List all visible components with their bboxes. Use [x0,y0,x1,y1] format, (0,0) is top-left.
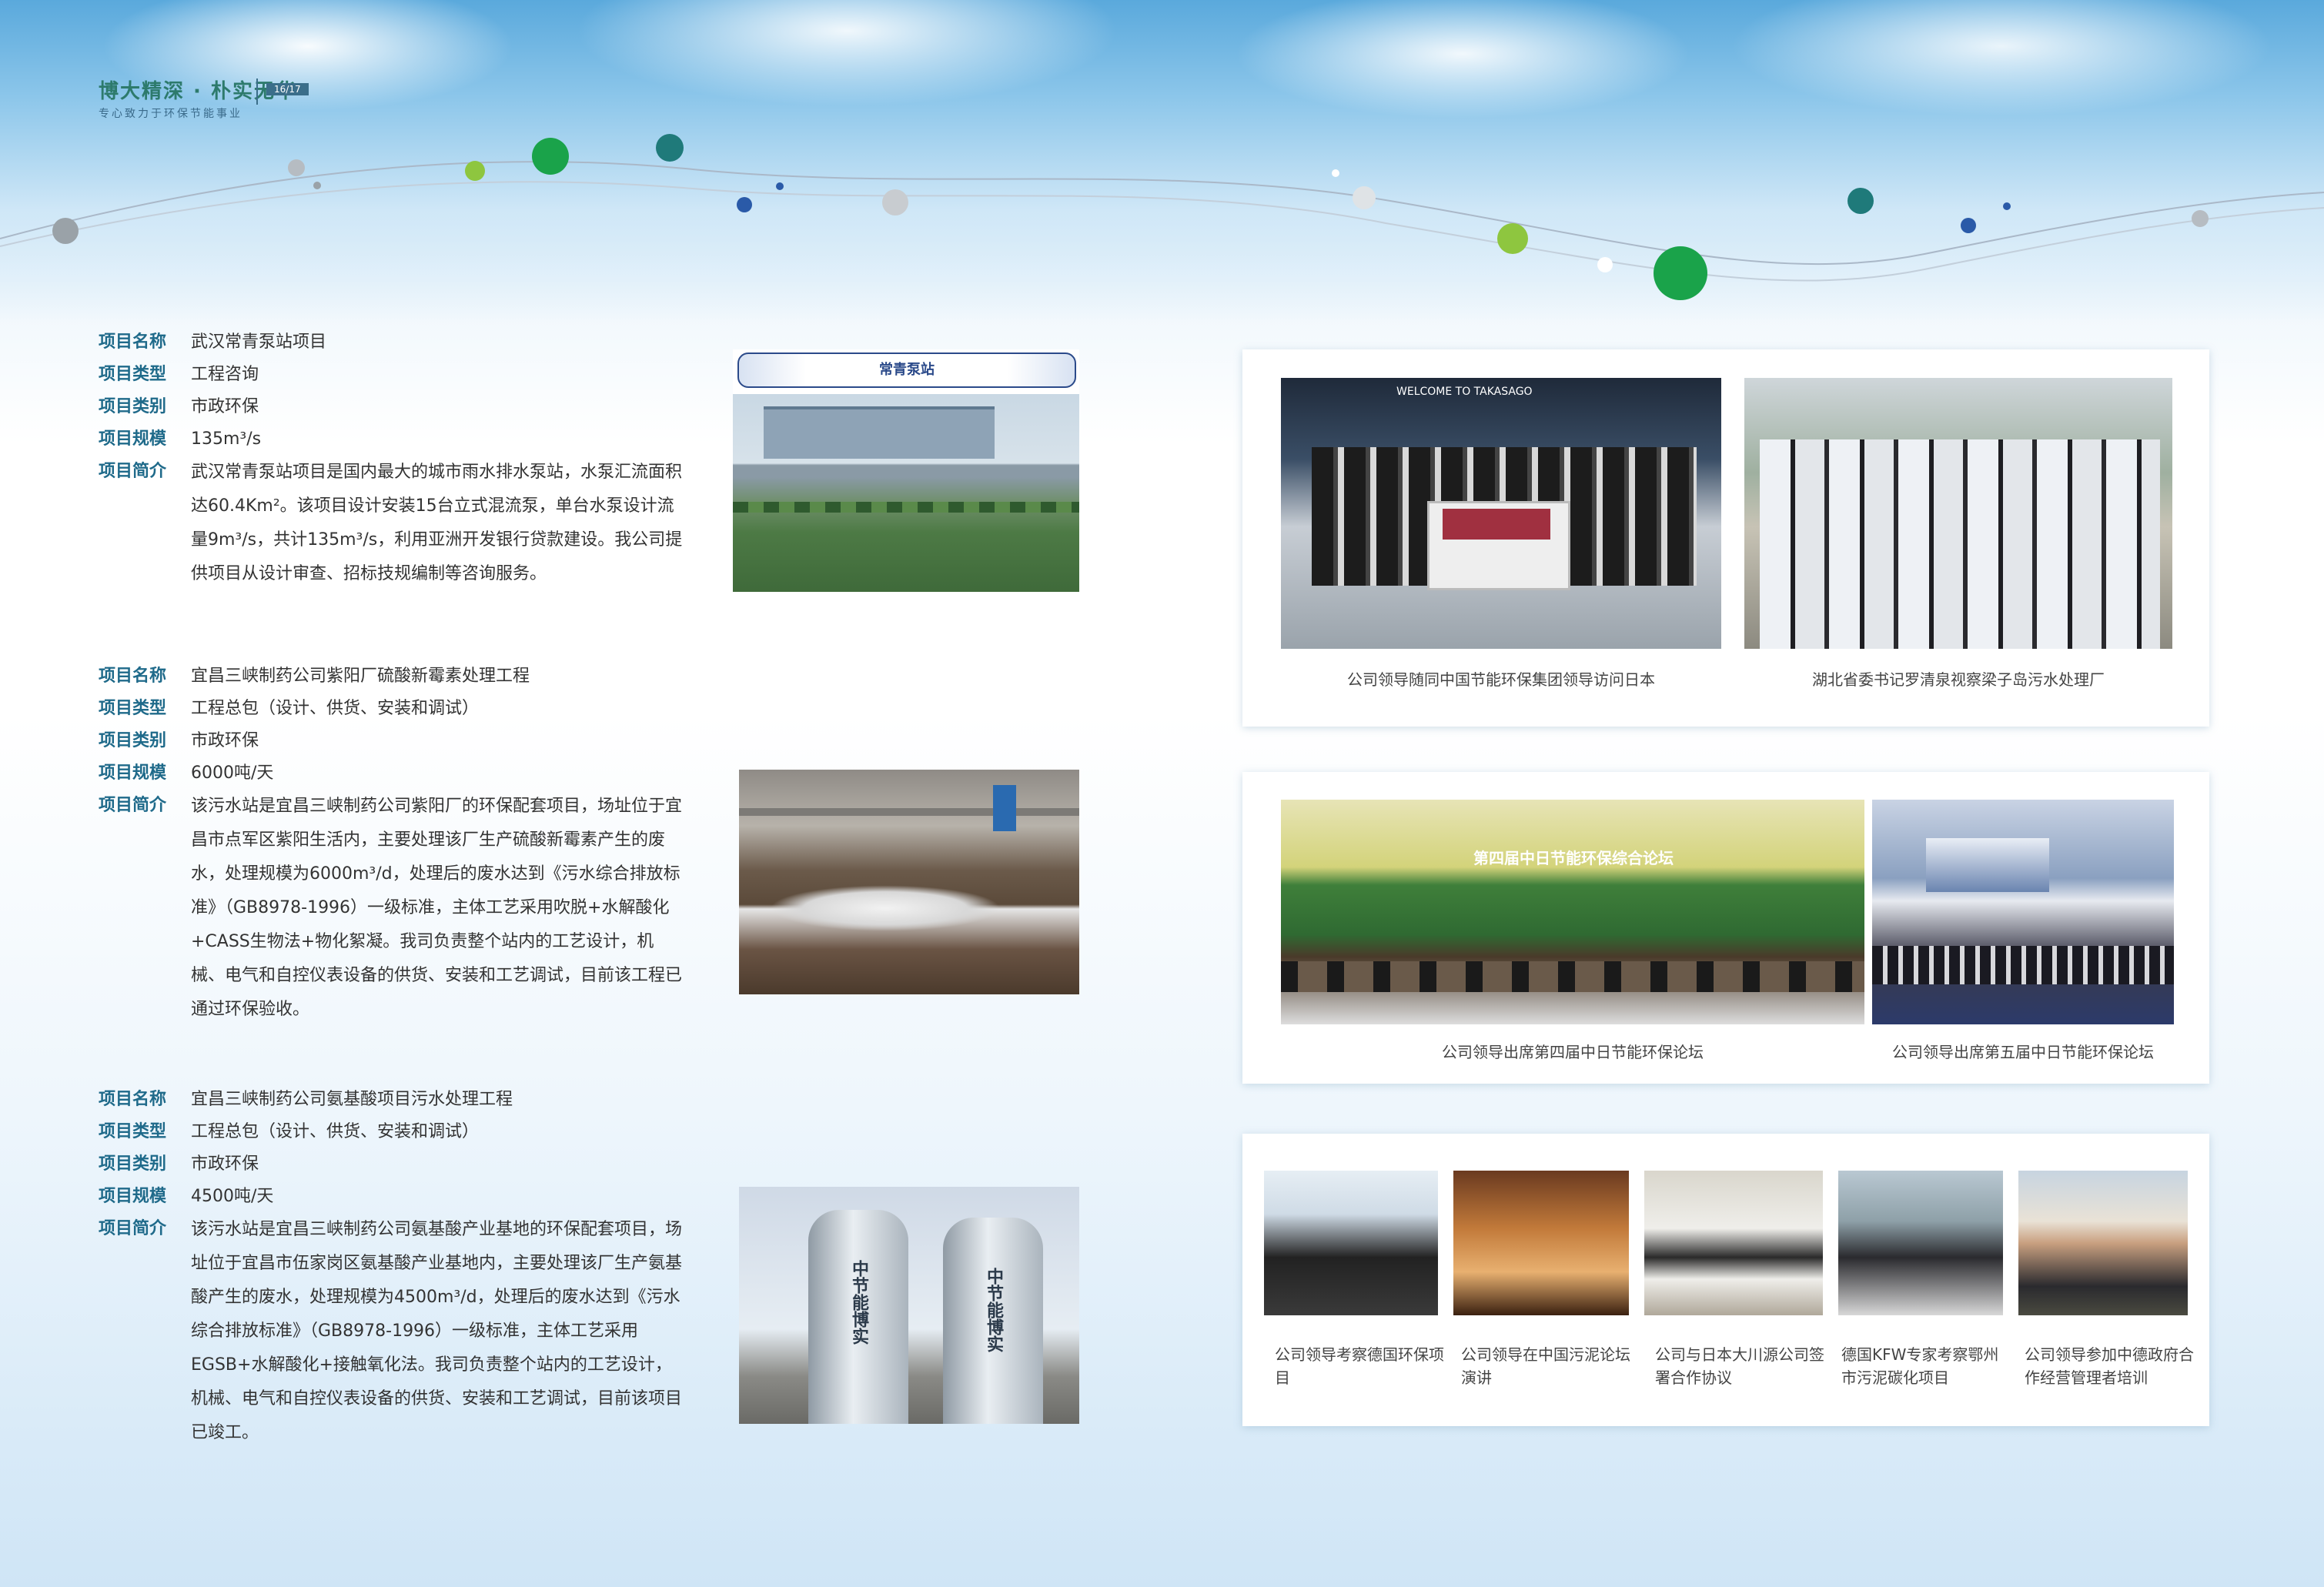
project-category: 市政环保 [191,397,259,416]
label-intro: 项目简介 [99,1219,167,1238]
photo-caption-banner: 常青泵站 [737,352,1076,388]
project-type: 工程咨询 [191,365,259,384]
gallery-caption: 公司领导随同中国节能环保集团领导访问日本 [1347,670,1655,689]
gallery-thumb-signing [1644,1171,1823,1315]
gallery-card-2: 第四届中日节能环保综合论坛 公司领导出席第四届中日节能环保论坛 公司领导出席第五… [1242,772,2209,1084]
gallery-caption: 公司领导出席第四届中日节能环保论坛 [1442,1043,1704,1061]
label-intro: 项目简介 [99,796,167,815]
project-category: 市政环保 [191,731,259,750]
label-intro: 项目简介 [99,462,167,481]
decorative-wave [0,134,2324,300]
gallery-thumb-kfw [1838,1171,2003,1315]
pump-station-image [733,394,1079,592]
gallery-caption: 公司领导在中国污泥论坛演讲 [1461,1345,1630,1387]
project-scale: 6000吨/天 [191,763,274,783]
gallery-caption: 公司领导考察德国环保项目 [1275,1345,1444,1387]
label-category: 项目类别 [99,731,167,750]
wastewater-tank-photo [739,770,1079,994]
label-type: 项目类型 [99,699,167,718]
project-type: 工程总包（设计、供货、安装和调试） [191,1122,480,1141]
label-category: 项目类别 [99,397,167,416]
forum-banner: 第四届中日节能环保综合论坛 [1473,849,1674,867]
label-type: 项目类型 [99,1122,167,1141]
inspection-photo [1744,378,2172,649]
brand-separator [256,79,258,105]
project-3: 项目名称 宜昌三峡制药公司氨基酸项目污水处理工程 项目类型 工程总包（设计、供货、安… [99,1084,699,1450]
gallery-card-3: 公司领导考察德国环保项目 公司领导在中国污泥论坛演讲 公司与日本大川源公司签署合… [1242,1134,2209,1426]
project-scale: 4500吨/天 [191,1187,274,1206]
gallery-caption: 湖北省委书记罗清泉视察梁子岛污水处理厂 [1812,670,2105,689]
project-name: 宜昌三峡制药公司氨基酸项目污水处理工程 [191,1090,513,1109]
tank-label-1: 中节能博实 [849,1260,868,1345]
page-number: 16/17 [266,83,309,95]
japan-visit-photo: WELCOME TO TAKASAGO [1281,378,1721,649]
tank-label-2: 中节能博实 [984,1268,1003,1352]
project-category: 市政环保 [191,1154,259,1174]
label-name: 项目名称 [99,332,167,352]
project-intro: 该污水站是宜昌三峡制药公司紫阳厂的环保配套项目，场址位于宜昌市点军区紫阳生活内，… [191,797,683,1019]
project-intro: 该污水站是宜昌三峡制药公司氨基酸产业基地的环保配套项目，场址位于宜昌市伍家岗区氨… [191,1220,683,1442]
project-intro: 武汉常青泵站项目是国内最大的城市雨水排水泵站，水泵汇流面积达60.4Km²。该项… [191,463,683,583]
label-scale: 项目规模 [99,1187,167,1206]
gallery-thumb-sludge-forum [1453,1171,1629,1315]
project-1-photo: 常青泵站 [733,349,1079,592]
gallery-caption: 公司与日本大川源公司签署合作协议 [1655,1345,1824,1387]
project-name: 宜昌三峡制药公司紫阳厂硫酸新霉素处理工程 [191,667,530,686]
label-name: 项目名称 [99,1090,167,1109]
project-type: 工程总包（设计、供货、安装和调试） [191,699,480,718]
fourth-forum-photo: 第四届中日节能环保综合论坛 [1281,800,1864,1024]
gallery-thumb-training [2018,1171,2188,1315]
project-name: 武汉常青泵站项目 [191,332,327,352]
egsb-tank-photo: 中节能博实 中节能博实 [739,1187,1079,1424]
project-1: 项目名称 武汉常青泵站项目 项目类型 工程咨询 项目类别 市政环保 项目规模 135m³… [99,326,699,591]
label-name: 项目名称 [99,667,167,686]
brand-header: 博大精深 · 朴实无华 专心致力于环保节能事业 16/17 [99,75,309,121]
label-type: 项目类型 [99,365,167,384]
label-scale: 项目规模 [99,763,167,783]
fifth-forum-photo [1872,800,2174,1024]
gallery-caption: 德国KFW专家考察鄂州市污泥碳化项目 [1841,1345,1999,1387]
welcome-banner: WELCOME TO TAKASAGO [1396,386,1533,398]
label-scale: 项目规模 [99,429,167,449]
gallery-thumb-germany [1264,1171,1438,1315]
gallery-card-1: WELCOME TO TAKASAGO 公司领导随同中国节能环保集团领导访问日本… [1242,349,2209,727]
gallery-caption: 公司领导出席第五届中日节能环保论坛 [1892,1043,2154,1061]
project-scale: 135m³/s [191,429,262,449]
gallery-caption: 公司领导参加中德政府合作经营管理者培训 [2025,1345,2194,1387]
project-2: 项目名称 宜昌三峡制药公司紫阳厂硫酸新霉素处理工程 项目类型 工程总包（设计、供货、… [99,660,699,1027]
label-category: 项目类别 [99,1154,167,1174]
